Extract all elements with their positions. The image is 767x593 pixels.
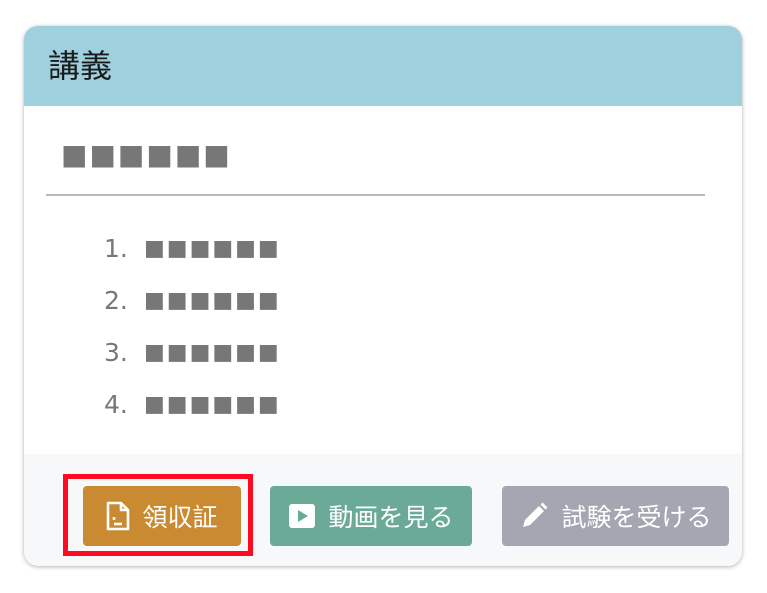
card-header: 講義 — [24, 26, 742, 106]
receipt-button-label: 領収証 — [142, 503, 218, 532]
item-text: ■■■■■■ — [144, 391, 281, 417]
item-text: ■■■■■■ — [144, 235, 281, 261]
item-text: ■■■■■■ — [144, 287, 281, 313]
take-exam-button-label: 試験を受ける — [561, 503, 712, 532]
take-exam-button[interactable]: 試験を受ける — [502, 486, 729, 546]
list-item: 3. ■■■■■■ — [104, 326, 281, 378]
pencil-icon — [519, 501, 549, 531]
list-item: 1. ■■■■■■ — [104, 222, 281, 274]
play-icon — [288, 503, 316, 529]
list-item: 2. ■■■■■■ — [104, 274, 281, 326]
watch-video-button[interactable]: 動画を見る — [270, 486, 472, 546]
list-item: 4. ■■■■■■ — [104, 378, 281, 430]
item-number: 3. — [104, 337, 128, 367]
card-title: 講義 — [48, 47, 113, 85]
card-footer: 領収証 動画を見る 試験を受ける — [24, 454, 742, 566]
divider — [46, 194, 705, 196]
item-number: 4. — [104, 389, 128, 419]
lecture-title: ■■■■■■ — [61, 138, 232, 171]
lecture-item-list: 1. ■■■■■■ 2. ■■■■■■ 3. ■■■■■■ 4. ■■■■■■ — [104, 222, 281, 430]
receipt-button[interactable]: 領収証 — [83, 486, 241, 546]
item-number: 2. — [104, 285, 128, 315]
document-icon — [106, 501, 130, 531]
lecture-card: 講義 ■■■■■■ 1. ■■■■■■ 2. ■■■■■■ 3. ■■■■■■ … — [24, 26, 742, 566]
watch-video-button-label: 動画を見る — [328, 503, 454, 532]
item-number: 1. — [104, 233, 128, 263]
item-text: ■■■■■■ — [144, 339, 281, 365]
